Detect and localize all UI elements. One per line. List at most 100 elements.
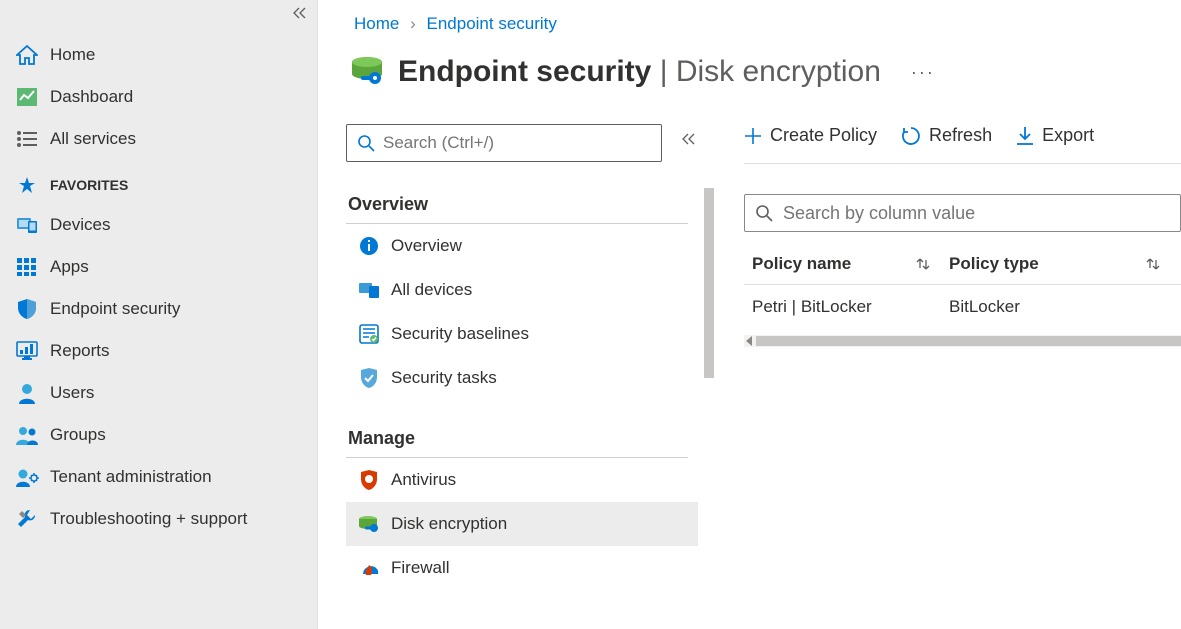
sidebar-label: Troubleshooting + support <box>50 509 247 529</box>
sort-icon <box>1145 256 1161 272</box>
column-search[interactable] <box>744 194 1181 232</box>
nav-item-overview[interactable]: Overview <box>346 224 698 268</box>
page-title-sep: | <box>651 55 675 88</box>
disk-encryption-small-icon <box>355 513 383 535</box>
nav-item-security-baselines[interactable]: Security baselines <box>346 312 698 356</box>
firewall-icon <box>355 557 383 579</box>
sort-icon <box>915 256 931 272</box>
nav-label: Security tasks <box>391 368 497 388</box>
nav-label: Overview <box>391 236 462 256</box>
plus-icon <box>744 127 762 145</box>
sidebar-label: Dashboard <box>50 87 133 107</box>
list-icon <box>14 128 40 150</box>
breadcrumb-item-home[interactable]: Home <box>354 14 399 33</box>
more-actions-button[interactable]: ··· <box>911 62 935 83</box>
sidebar-label: Tenant administration <box>50 467 212 487</box>
nav-label: Firewall <box>391 558 450 578</box>
sidebar-label: All services <box>50 129 136 149</box>
groups-icon <box>14 424 40 446</box>
export-button[interactable]: Export <box>1016 125 1094 146</box>
horizontal-scrollbar[interactable] <box>744 335 1181 347</box>
favorites-heading-label: FAVORITES <box>50 177 128 193</box>
sidebar-item-endpoint-security[interactable]: Endpoint security <box>0 288 317 330</box>
table-header: Policy name Policy type <box>744 244 1181 285</box>
vertical-scrollbar[interactable] <box>704 184 714 378</box>
nav-label: Disk encryption <box>391 514 507 534</box>
create-policy-button[interactable]: Create Policy <box>744 125 877 146</box>
sidebar-favorites-heading: FAVORITES <box>0 160 317 204</box>
resource-search[interactable] <box>346 124 662 162</box>
policies-table: Policy name Policy type Petri | BitLocke… <box>744 244 1181 347</box>
nav-label: Security baselines <box>391 324 529 344</box>
sidebar-label: Apps <box>50 257 89 277</box>
sidebar-collapse-button[interactable] <box>293 6 307 22</box>
page-title-main: Endpoint security <box>398 55 651 88</box>
sidebar-label: Devices <box>50 215 110 235</box>
nav-item-firewall[interactable]: Firewall <box>346 546 698 590</box>
nav-label: Antivirus <box>391 470 456 490</box>
toolbar-label: Export <box>1042 125 1094 146</box>
sidebar-item-home[interactable]: Home <box>0 34 317 76</box>
column-header-policy-name[interactable]: Policy name <box>744 254 949 274</box>
info-icon <box>355 235 383 257</box>
nav-item-antivirus[interactable]: Antivirus <box>346 458 698 502</box>
nav-item-all-devices[interactable]: All devices <box>346 268 698 312</box>
tenant-icon <box>14 466 40 488</box>
breadcrumb: Home › Endpoint security <box>318 0 1181 46</box>
sidebar-item-devices[interactable]: Devices <box>0 204 317 246</box>
nav-item-security-tasks[interactable]: Security tasks <box>346 356 698 400</box>
refresh-button[interactable]: Refresh <box>901 125 992 146</box>
sidebar-item-troubleshooting[interactable]: Troubleshooting + support <box>0 498 317 540</box>
resource-nav-panel: Overview Overview All devices <box>346 124 736 629</box>
apps-icon <box>14 256 40 278</box>
sidebar-label: Home <box>50 45 95 65</box>
column-header-policy-type[interactable]: Policy type <box>949 254 1179 274</box>
tasks-icon <box>355 367 383 389</box>
sidebar-item-apps[interactable]: Apps <box>0 246 317 288</box>
search-icon <box>755 204 773 222</box>
cell-policy-name: Petri | BitLocker <box>744 297 949 317</box>
page-title-row: Endpoint security | Disk encryption ··· <box>318 46 1181 100</box>
right-panel: Create Policy Refresh Export <box>736 124 1181 629</box>
nav-item-disk-encryption[interactable]: Disk encryption <box>346 502 698 546</box>
resource-nav-collapse-button[interactable] <box>682 132 696 148</box>
dashboard-icon <box>14 86 40 108</box>
sidebar-item-all-services[interactable]: All services <box>0 118 317 160</box>
sidebar-item-tenant-administration[interactable]: Tenant administration <box>0 456 317 498</box>
column-label: Policy name <box>752 254 851 274</box>
section-heading-manage: Manage <box>346 418 688 458</box>
shield-icon <box>14 298 40 320</box>
left-sidebar: Home Dashboard All services FAVORITES De… <box>0 0 318 629</box>
sidebar-label: Reports <box>50 341 110 361</box>
refresh-icon <box>901 126 921 146</box>
antivirus-icon <box>355 469 383 491</box>
sidebar-label: Endpoint security <box>50 299 180 319</box>
devices-icon <box>14 214 40 236</box>
breadcrumb-item-endpoint-security[interactable]: Endpoint security <box>427 14 557 33</box>
disk-encryption-icon <box>346 50 392 94</box>
cell-policy-type: BitLocker <box>949 297 1179 317</box>
main-content: Home › Endpoint security Endpoint securi… <box>318 0 1181 629</box>
star-icon <box>14 174 40 196</box>
home-icon <box>14 44 40 66</box>
command-bar: Create Policy Refresh Export <box>744 124 1181 164</box>
table-row[interactable]: Petri | BitLocker BitLocker <box>744 285 1181 329</box>
user-icon <box>14 382 40 404</box>
search-icon <box>357 134 375 152</box>
all-devices-icon <box>355 279 383 301</box>
reports-icon <box>14 340 40 362</box>
column-search-input[interactable] <box>783 203 1170 224</box>
toolbar-label: Create Policy <box>770 125 877 146</box>
sidebar-item-groups[interactable]: Groups <box>0 414 317 456</box>
wrench-icon <box>14 508 40 530</box>
breadcrumb-sep-icon: › <box>410 14 416 33</box>
sidebar-item-users[interactable]: Users <box>0 372 317 414</box>
resource-search-input[interactable] <box>383 133 651 153</box>
sidebar-item-dashboard[interactable]: Dashboard <box>0 76 317 118</box>
page-title: Endpoint security | Disk encryption <box>398 55 881 89</box>
sidebar-label: Users <box>50 383 94 403</box>
section-heading-overview: Overview <box>346 184 688 224</box>
sidebar-item-reports[interactable]: Reports <box>0 330 317 372</box>
baselines-icon <box>355 323 383 345</box>
toolbar-label: Refresh <box>929 125 992 146</box>
